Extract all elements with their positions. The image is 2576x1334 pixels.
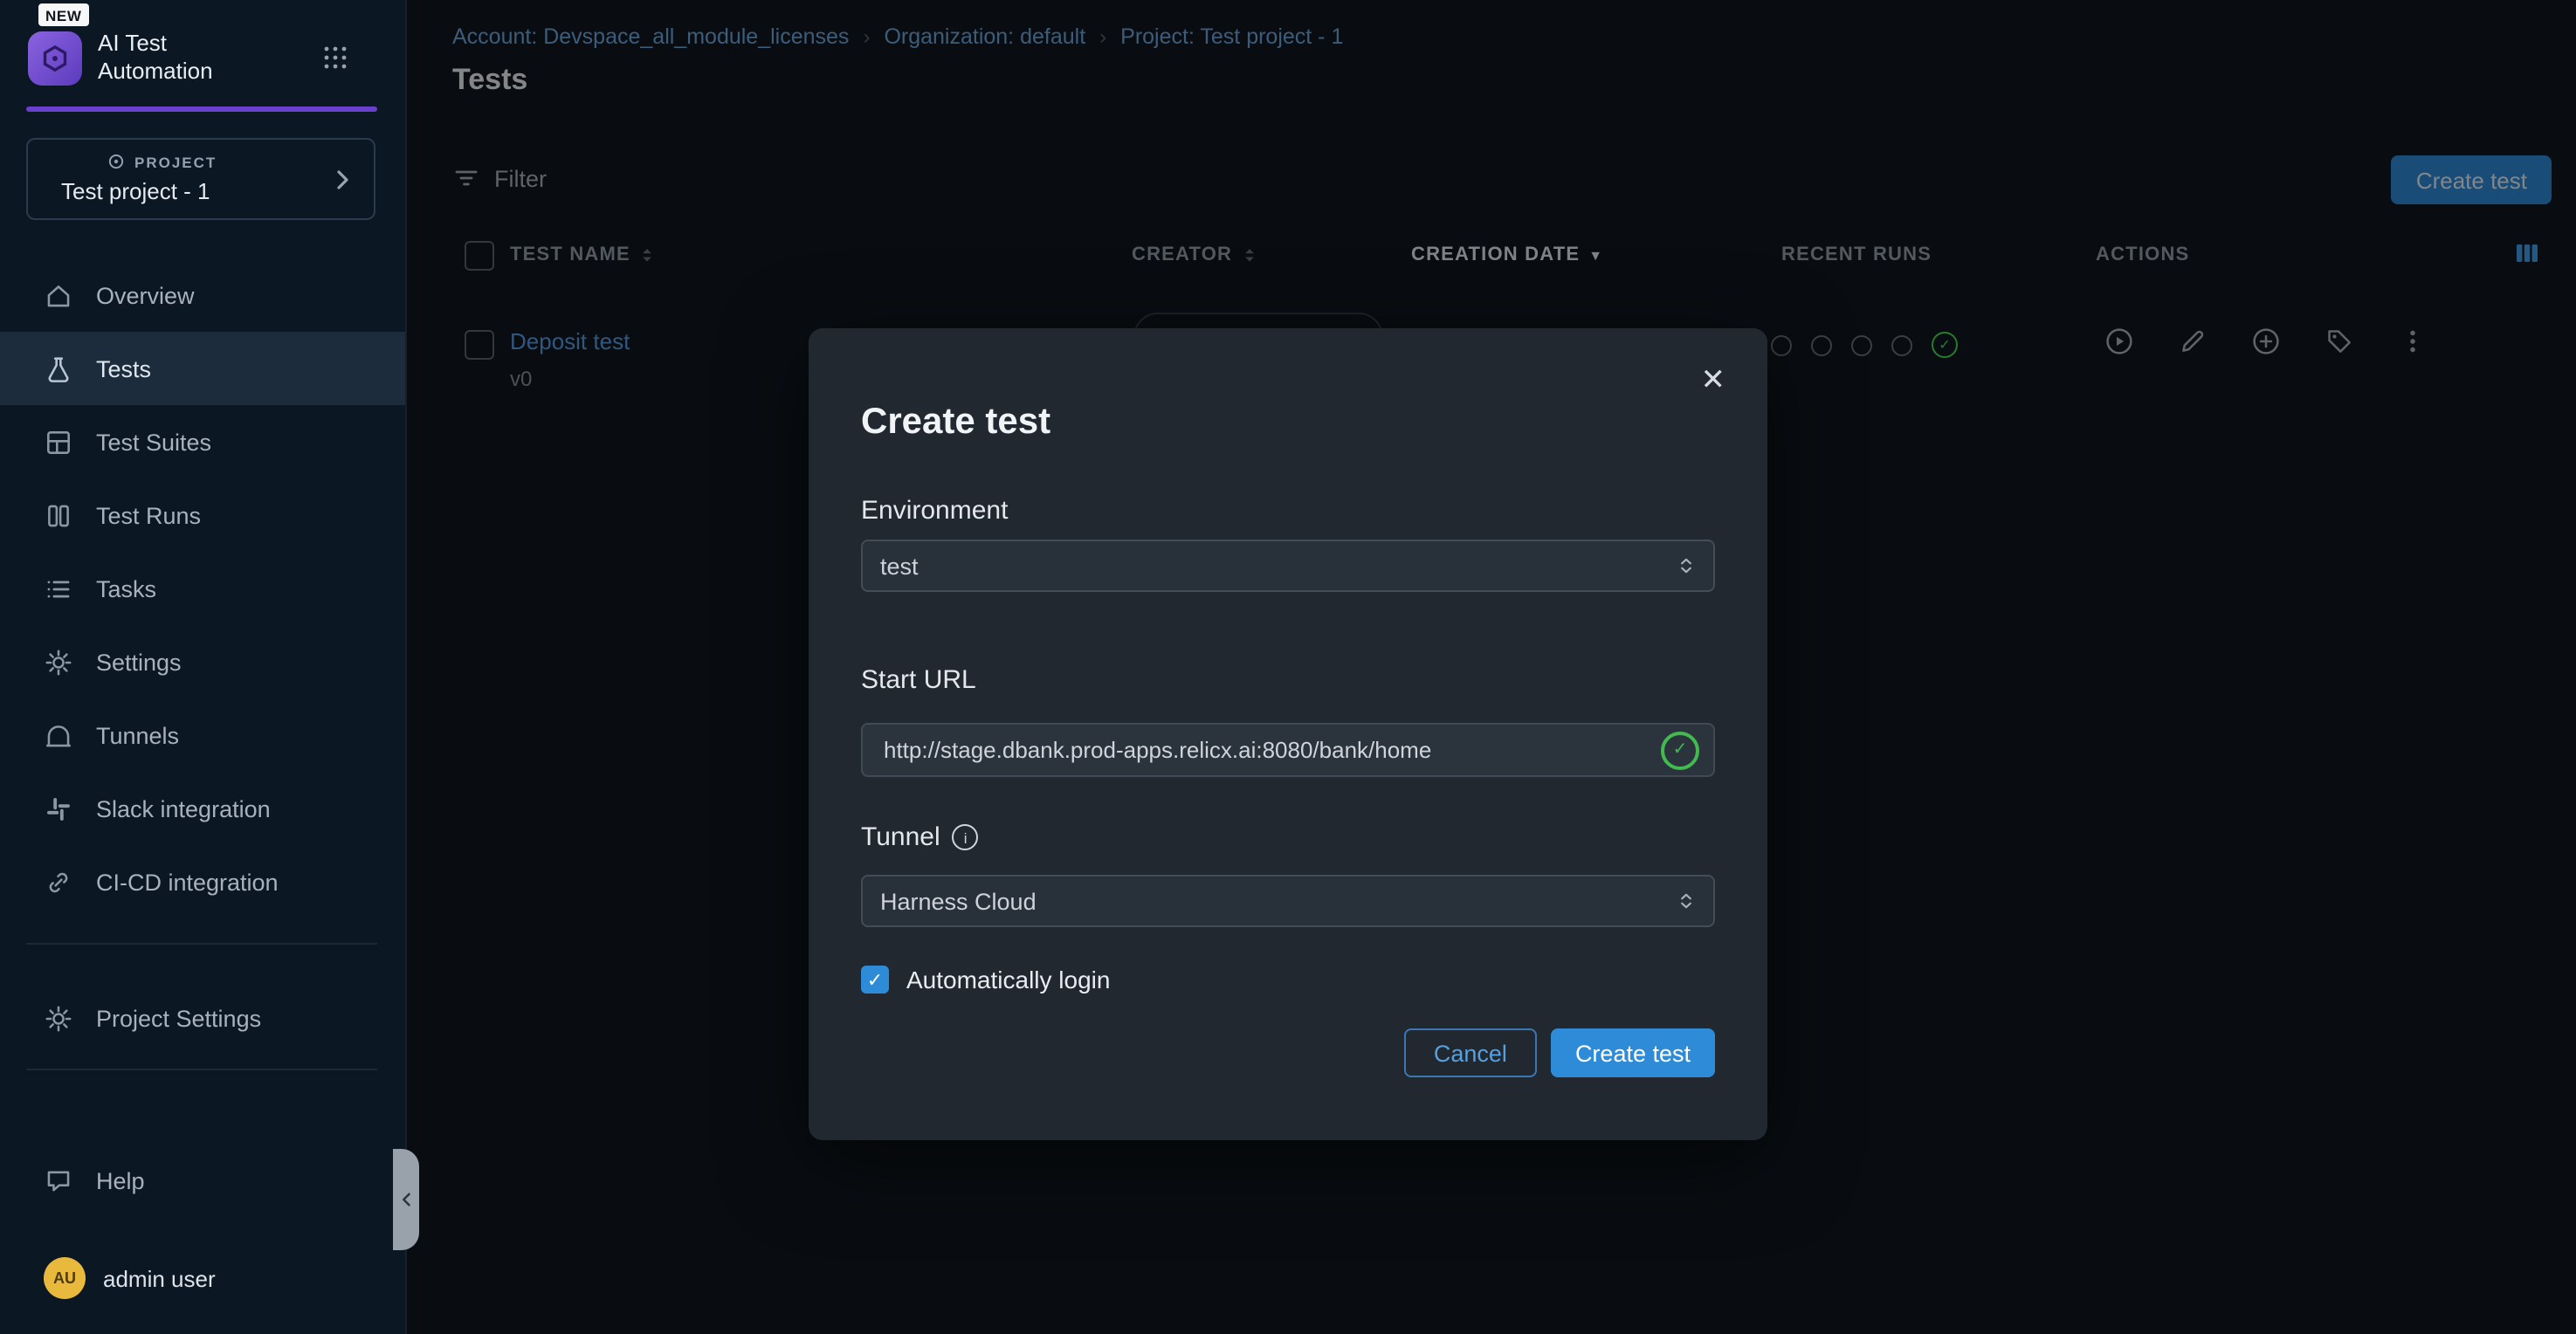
gear-icon — [44, 647, 73, 677]
start-url-label: Start URL — [861, 665, 1715, 695]
logo-hexagon-icon — [40, 44, 70, 73]
sidebar-collapse-handle[interactable] — [393, 1149, 419, 1250]
sidebar-item-cicd-integration[interactable]: CI-CD integration — [0, 845, 405, 918]
app-title: AI Test Automation — [98, 30, 213, 86]
auto-login-row[interactable]: ✓ Automatically login — [861, 966, 1715, 994]
sidebar-item-test-runs[interactable]: Test Runs — [0, 478, 405, 552]
app-title-line1: AI Test — [98, 30, 213, 58]
sidebar-item-label: Test Runs — [96, 502, 201, 528]
environment-select[interactable]: test — [861, 540, 1715, 592]
avatar: AU — [44, 1257, 86, 1299]
sidebar-item-label: Tunnels — [96, 722, 179, 748]
sidebar-item-slack-integration[interactable]: Slack integration — [0, 772, 405, 845]
tunnel-icon — [44, 720, 73, 750]
columns-icon — [44, 500, 73, 530]
project-selector[interactable]: PROJECT Test project - 1 — [26, 138, 375, 220]
chevron-left-icon — [397, 1189, 415, 1210]
sidebar-divider — [26, 1069, 377, 1070]
sidebar-divider — [26, 943, 377, 945]
project-icon — [107, 152, 126, 171]
modal-title: Create test — [861, 402, 1715, 444]
tunnel-value: Harness Cloud — [880, 888, 1037, 914]
app-logo — [28, 31, 82, 86]
grid-icon — [44, 427, 73, 457]
user-name: admin user — [103, 1265, 216, 1291]
flask-icon — [44, 354, 73, 383]
sidebar-item-project-settings[interactable]: Project Settings — [0, 981, 405, 1055]
modal-buttons: Cancel Create test — [861, 1028, 1715, 1077]
sidebar-item-label: Project Settings — [96, 1005, 261, 1031]
sidebar-item-label: Help — [96, 1167, 145, 1193]
close-icon[interactable]: ✕ — [1694, 356, 1733, 405]
sidebar-item-overview[interactable]: Overview — [0, 258, 405, 332]
select-stepper-icon — [1677, 554, 1696, 578]
sidebar-item-label: Slack integration — [96, 795, 271, 822]
brand-accent-line — [26, 107, 377, 111]
app-title-line2: Automation — [98, 58, 213, 86]
sidebar-item-label: Test Suites — [96, 429, 211, 455]
select-stepper-icon — [1677, 889, 1696, 913]
new-badge: NEW — [38, 3, 88, 26]
user-menu[interactable]: AU admin user — [0, 1241, 405, 1315]
tunnel-select[interactable]: Harness Cloud — [861, 875, 1715, 927]
list-icon — [44, 574, 73, 603]
sidebar-item-label: Overview — [96, 282, 195, 308]
modal-create-test-button[interactable]: Create test — [1551, 1028, 1715, 1077]
environment-label: Environment — [861, 496, 1715, 526]
tunnel-label: Tunnel — [861, 822, 940, 852]
project-label-text: PROJECT — [134, 153, 217, 170]
url-valid-check-icon: ✓ — [1661, 731, 1699, 769]
start-url-input[interactable] — [861, 723, 1715, 777]
apps-grid-icon[interactable] — [321, 44, 349, 72]
home-icon — [44, 280, 73, 310]
gear-icon — [44, 1003, 73, 1033]
chevron-right-icon — [328, 166, 356, 194]
project-selector-label-row: PROJECT — [107, 152, 356, 171]
auto-login-checkbox[interactable]: ✓ — [861, 966, 889, 994]
help-chat-icon — [44, 1166, 73, 1195]
sidebar-item-tasks[interactable]: Tasks — [0, 552, 405, 625]
sidebar-item-test-suites[interactable]: Test Suites — [0, 405, 405, 478]
info-icon[interactable]: i — [953, 824, 979, 850]
link-icon — [44, 867, 73, 897]
sidebar-item-tunnels[interactable]: Tunnels — [0, 698, 405, 772]
start-url-field-wrap: ✓ — [861, 723, 1715, 777]
sidebar-item-help[interactable]: Help — [0, 1144, 405, 1217]
sidebar-item-label: Tests — [96, 355, 151, 382]
sidebar-item-tests[interactable]: Tests — [0, 332, 405, 405]
auto-login-label: Automatically login — [906, 966, 1110, 994]
project-name: Test project - 1 — [61, 178, 356, 204]
environment-value: test — [880, 553, 919, 579]
slack-icon — [44, 794, 73, 823]
sidebar: NEW AI Test Automation PROJECT Test proj… — [0, 0, 407, 1334]
sidebar-item-label: Tasks — [96, 575, 156, 602]
create-test-modal: ✕ Create test Environment test Start URL… — [809, 328, 1767, 1140]
sidebar-item-settings[interactable]: Settings — [0, 625, 405, 698]
sidebar-item-label: CI-CD integration — [96, 869, 279, 895]
sidebar-item-label: Settings — [96, 649, 182, 675]
tunnel-label-row: Tunnel i — [861, 822, 1715, 852]
sidebar-nav: Overview Tests Test Suites Test Runs Tas… — [0, 258, 405, 918]
cancel-button[interactable]: Cancel — [1404, 1028, 1537, 1077]
app-screen: Account: Devspace_all_module_licenses › … — [0, 0, 2576, 1334]
